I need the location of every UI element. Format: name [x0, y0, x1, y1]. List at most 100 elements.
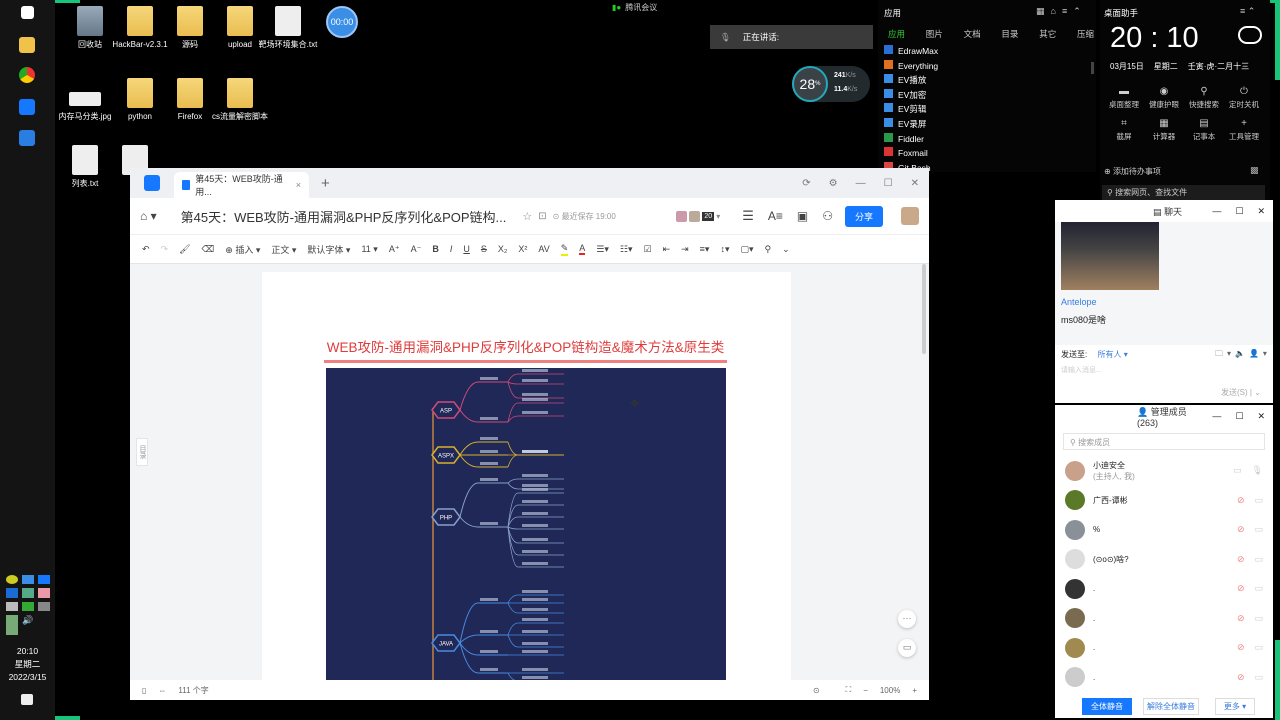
mic-muted-icon[interactable]: ⊘ — [1237, 554, 1245, 565]
char-spacing-icon[interactable]: AV — [538, 244, 549, 254]
close-tab-icon[interactable]: × — [296, 180, 301, 190]
member-controls[interactable]: ▭ 🎙 — [1233, 465, 1263, 476]
underline-icon[interactable]: U — [463, 244, 470, 254]
app-item[interactable]: EV录屏 — [884, 117, 938, 132]
insert-block-icon[interactable]: ▢▾ — [740, 244, 753, 255]
document-heading[interactable]: WEB攻防-通用漏洞&PHP反序列化&POP链构造&魔术方法&原生类 — [324, 336, 727, 363]
apps-tab[interactable]: 文档 — [964, 28, 981, 40]
subscript-icon[interactable]: X₂ — [498, 244, 508, 254]
apps-panel-controls[interactable]: ▦⌂≡⌃ — [1036, 6, 1087, 17]
app-item[interactable]: EdrawMax — [884, 44, 938, 59]
tray-icon[interactable] — [6, 575, 18, 585]
member-search-input[interactable]: ⚲ 搜索成员 — [1063, 433, 1265, 450]
outline-toggle[interactable]: 目录 — [136, 438, 148, 466]
zoom-level[interactable]: 100% — [880, 686, 900, 695]
apps-tab[interactable]: 压缩 — [1077, 28, 1094, 40]
font-size-select[interactable]: 11 ▾ — [361, 244, 377, 255]
member-row[interactable]: . ⊘ ▭ — [1055, 574, 1273, 604]
close-button[interactable]: ✕ — [1257, 206, 1265, 217]
zoom-out-button[interactable]: − — [863, 686, 868, 695]
assistant-tool[interactable]: + 工具管理 — [1224, 118, 1264, 142]
close-button[interactable]: ✕ — [911, 178, 919, 189]
apps-tab[interactable]: 目录 — [1001, 28, 1018, 40]
video-icon[interactable]: ▭ — [1254, 672, 1263, 683]
move-icon[interactable]: ⊡ — [538, 211, 546, 222]
increase-font-icon[interactable]: A⁺ — [389, 244, 400, 255]
zoom-in-button[interactable]: + — [912, 686, 917, 695]
desktop-icon[interactable]: cs流量解密脚本 — [210, 78, 270, 122]
highlight-icon[interactable]: ✎ — [560, 243, 569, 256]
insert-button[interactable]: ⊕ 插入 ▾ — [225, 243, 260, 256]
member-controls[interactable]: ⊘ ▭ — [1237, 672, 1263, 683]
expand-toolbar-icon[interactable]: ⌄ — [782, 244, 790, 255]
member-row[interactable]: . ⊘ ▭ — [1055, 604, 1273, 634]
chrome-icon[interactable] — [19, 67, 35, 83]
user-avatar[interactable] — [901, 207, 919, 225]
mic-muted-icon[interactable]: ⊘ — [1237, 495, 1245, 506]
apps-tab[interactable]: 图片 — [926, 28, 943, 40]
close-button[interactable]: ✕ — [1257, 411, 1265, 422]
chat-image[interactable] — [1061, 222, 1159, 290]
play-icon[interactable]: ⊙ — [813, 686, 820, 695]
indent-increase-icon[interactable]: ⇥ — [681, 244, 689, 255]
present-icon[interactable]: ▣ — [797, 209, 808, 223]
tray-icon[interactable] — [38, 575, 50, 585]
mic-muted-icon[interactable]: ⊘ — [1237, 583, 1245, 594]
meeting-icon[interactable] — [19, 130, 35, 146]
weather-cloud-icon[interactable] — [1238, 26, 1262, 44]
superscript-icon[interactable]: X² — [518, 244, 527, 254]
new-tab-button[interactable]: + — [321, 175, 330, 192]
minimize-button[interactable]: — — [856, 178, 866, 189]
file-explorer-icon[interactable] — [19, 37, 35, 53]
permissions-icon[interactable]: ⚇ — [822, 209, 833, 223]
unmute-all-button[interactable]: 解除全体静音 — [1143, 698, 1199, 715]
assistant-tool[interactable]: ⚲ 快捷搜索 — [1184, 86, 1224, 110]
app-item[interactable]: Everything — [884, 59, 938, 74]
share-button[interactable]: 分享 — [844, 205, 883, 227]
more-button[interactable]: 更多 ▾ — [1215, 698, 1255, 715]
scrollbar[interactable] — [922, 264, 926, 354]
video-icon[interactable]: ▭ — [1254, 524, 1263, 535]
member-row[interactable]: . ⊘ ▭ — [1055, 633, 1273, 663]
align-icon[interactable]: ≡▾ — [700, 244, 710, 255]
redo-icon[interactable]: ↷ — [161, 244, 169, 255]
minimize-button[interactable]: — — [1212, 206, 1221, 216]
add-todo-button[interactable]: ⊕ 添加待办事项 — [1104, 166, 1161, 177]
maximize-button[interactable]: ☐ — [1235, 411, 1243, 422]
video-icon[interactable]: ▭ — [1254, 583, 1263, 594]
assistant-tool[interactable]: ▬ 桌面整理 — [1104, 86, 1144, 110]
member-controls[interactable]: ⊘ ▭ — [1237, 613, 1263, 624]
text-format-icon[interactable]: A≡ — [768, 209, 783, 223]
member-controls[interactable]: ⊘ ▭ — [1237, 642, 1263, 653]
mic-muted-icon[interactable]: ⊘ — [1237, 642, 1245, 653]
undo-icon[interactable]: ↶ — [142, 244, 150, 255]
checklist-icon[interactable]: ☑ — [643, 244, 651, 255]
app-item[interactable]: EV播放 — [884, 73, 938, 88]
video-icon[interactable]: 🎙 — [1252, 465, 1263, 476]
chat-input[interactable]: 请输入消息... — [1061, 365, 1102, 375]
star-icon[interactable]: ☆ — [522, 210, 532, 223]
page-view-icon[interactable]: ▯ — [142, 686, 146, 695]
notification-icon[interactable] — [21, 694, 33, 705]
network-monitor[interactable]: 28% 241K/s 11.4K/s — [792, 66, 870, 102]
tray-icon[interactable] — [38, 601, 50, 611]
member-controls[interactable]: ⊘ ▭ — [1237, 524, 1263, 535]
font-color-icon[interactable]: A — [579, 243, 586, 255]
video-icon[interactable]: ▭ — [1254, 495, 1263, 506]
member-row[interactable]: 广西-谭彬 ⊘ ▭ — [1055, 486, 1273, 516]
minimize-button[interactable]: — — [1212, 411, 1221, 421]
tray-icon[interactable] — [6, 614, 18, 635]
member-row[interactable]: . ⊘ ▭ — [1055, 663, 1273, 693]
video-icon[interactable]: ▭ — [1254, 613, 1263, 624]
app-item[interactable]: Foxmail — [884, 146, 938, 161]
member-row[interactable]: (⊙o⊙)啥? ⊘ ▭ — [1055, 545, 1273, 575]
app-item[interactable]: EV剪辑 — [884, 102, 938, 117]
home-icon[interactable]: ⌂ ▾ — [140, 209, 157, 223]
tray-icon[interactable] — [22, 601, 34, 611]
assistant-search-input[interactable]: ⚲ 搜索网页、查找文件 — [1102, 185, 1265, 200]
meeting-indicator[interactable]: ▮● 腾讯会议 — [612, 2, 657, 13]
apps-tab[interactable]: 其它 — [1039, 28, 1056, 40]
line-spacing-icon[interactable]: ↕▾ — [720, 244, 729, 255]
assistant-menu-icon[interactable]: ≡ ⌃ — [1240, 6, 1255, 17]
timer-widget[interactable]: 00:00 — [326, 6, 358, 38]
